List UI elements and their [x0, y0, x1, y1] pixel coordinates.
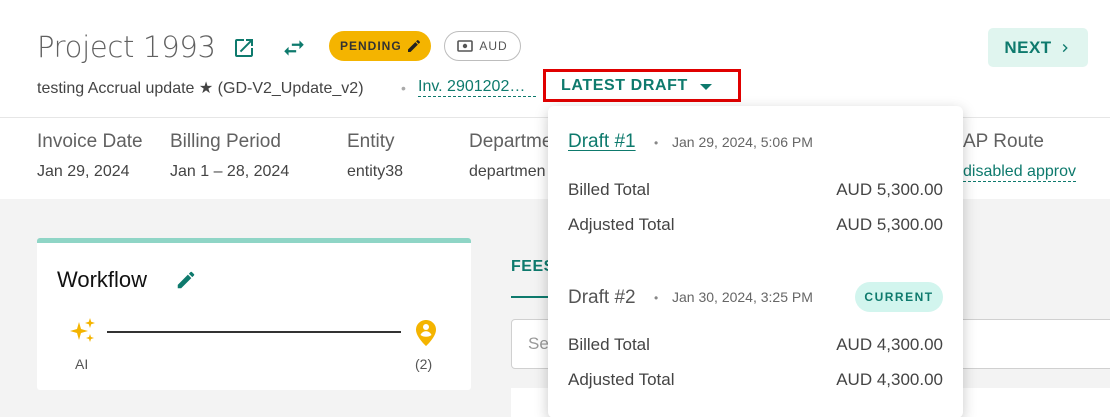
- location-pin-icon: [415, 319, 437, 352]
- workflow-card: Workflow AI (2): [37, 238, 471, 390]
- caret-down-icon: [699, 83, 712, 90]
- open-in-new-icon[interactable]: [230, 34, 258, 62]
- edit-icon: [407, 39, 420, 52]
- meta-label: Entity: [347, 131, 395, 152]
- meta-label: Invoice Date: [37, 131, 143, 152]
- workflow-end-label: (2): [415, 356, 433, 372]
- status-badge-label: PENDING: [340, 39, 402, 53]
- page-header: Project 1993 PENDING AUD NEXT testing Ac…: [0, 0, 1110, 118]
- draft-name-link[interactable]: Draft #1: [568, 131, 636, 153]
- draft-name: Draft #2: [568, 287, 636, 308]
- adjusted-total-label: Adjusted Total: [568, 370, 675, 389]
- workflow-title: Workflow: [57, 267, 148, 292]
- meta-entity: Entity entity38: [347, 131, 403, 181]
- meta-ap-route: AP Route disabled approv: [963, 131, 1076, 182]
- billed-total-value: AUD 5,300.00: [836, 180, 943, 199]
- meta-invoice-date: Invoice Date Jan 29, 2024: [37, 131, 143, 181]
- status-badge[interactable]: PENDING: [329, 31, 431, 61]
- workflow-line: [107, 331, 401, 333]
- sparkle-icon: [69, 317, 97, 350]
- draft-dropdown-menu: Draft #1 • Jan 29, 2024, 5:06 PM Billed …: [548, 106, 963, 417]
- cash-icon: [457, 40, 474, 52]
- adjusted-total-value: AUD 4,300.00: [836, 370, 943, 389]
- draft-separator: •: [654, 136, 659, 150]
- meta-value: Jan 29, 2024: [37, 163, 130, 180]
- latest-draft-dropdown[interactable]: LATEST DRAFT: [543, 69, 741, 102]
- currency-chip: AUD: [444, 31, 521, 61]
- tab-fees-indicator: [511, 296, 551, 298]
- meta-value: entity38: [347, 163, 404, 180]
- billed-total-value: AUD 4,300.00: [836, 335, 943, 354]
- meta-label: Billing Period: [170, 131, 281, 152]
- invoice-link[interactable]: Inv. 2901202…: [418, 78, 536, 97]
- adjusted-total-label: Adjusted Total: [568, 215, 675, 234]
- billed-total-label: Billed Total: [568, 335, 650, 354]
- latest-draft-label: LATEST DRAFT: [561, 76, 688, 94]
- ap-route-link[interactable]: disabled approv: [963, 163, 1076, 182]
- current-badge: CURRENT: [855, 282, 943, 312]
- chevron-right-icon: [1062, 43, 1068, 52]
- draft-separator: •: [654, 291, 659, 305]
- workflow-start-label: AI: [75, 356, 89, 372]
- meta-value: Jan 1 – 28, 2024: [170, 163, 290, 180]
- next-button[interactable]: NEXT: [988, 28, 1088, 67]
- currency-label: AUD: [479, 39, 508, 53]
- next-label: NEXT: [1004, 37, 1052, 57]
- meta-billing-period: Billing Period Jan 1 – 28, 2024: [170, 131, 289, 181]
- page-title: Project 1993: [37, 30, 216, 64]
- adjusted-total-value: AUD 5,300.00: [836, 215, 943, 234]
- separator-dot: •: [401, 80, 406, 96]
- edit-workflow-icon[interactable]: [175, 269, 197, 296]
- project-subtitle: testing Accrual update ★ (GD-V2_Update_v…: [37, 80, 364, 97]
- billed-total-label: Billed Total: [568, 180, 650, 199]
- meta-label: AP Route: [963, 131, 1044, 152]
- swap-icon[interactable]: [280, 34, 308, 62]
- draft-date: Jan 29, 2024, 5:06 PM: [672, 134, 813, 150]
- draft-date: Jan 30, 2024, 3:25 PM: [672, 289, 813, 305]
